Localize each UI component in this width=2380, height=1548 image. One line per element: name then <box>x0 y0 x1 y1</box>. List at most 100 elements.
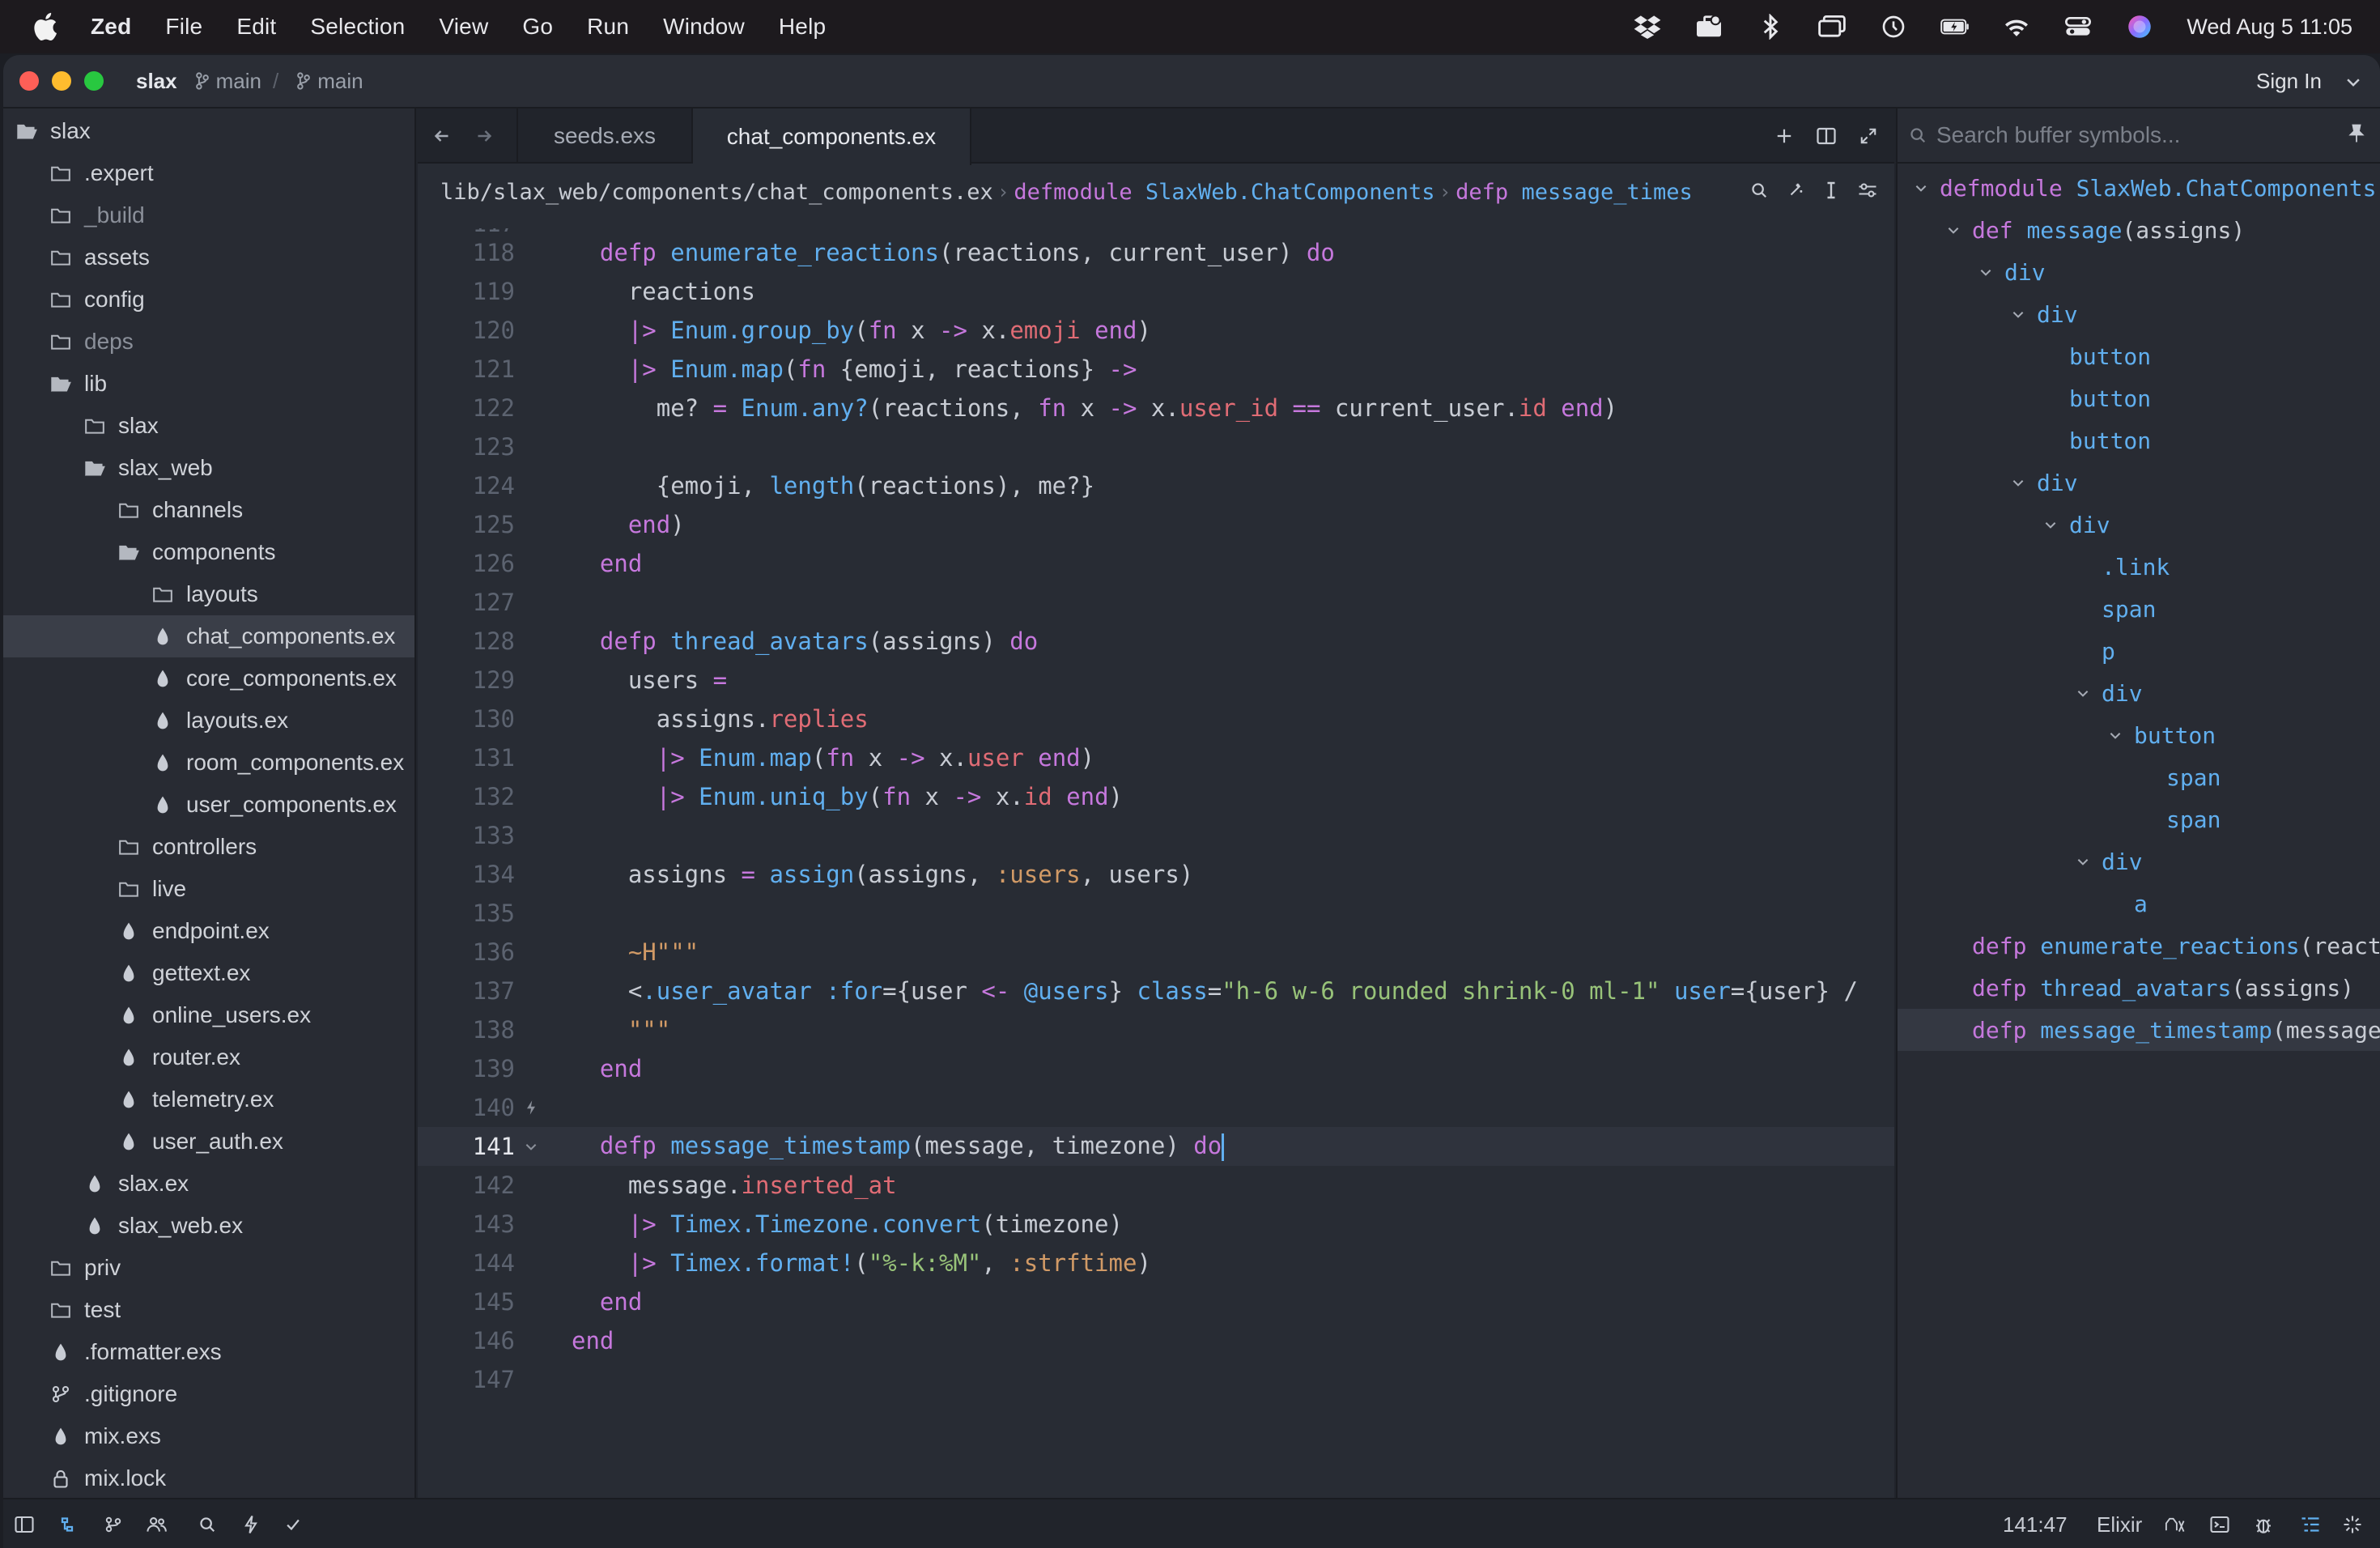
tab-seeds[interactable]: seeds.exs <box>516 108 693 164</box>
line-number[interactable]: 128 <box>418 627 515 655</box>
assistant-sparkle-icon[interactable] <box>1787 181 1804 203</box>
code-line[interactable]: 142 message.inserted_at <box>418 1166 1894 1205</box>
chevron-down-icon[interactable] <box>2103 728 2127 742</box>
zoom-window-button[interactable] <box>84 71 104 91</box>
line-number[interactable]: 125 <box>418 511 515 538</box>
line-number[interactable]: 122 <box>418 394 515 422</box>
code-line[interactable]: 121 |> Enum.map(fn {emoji, reactions} -> <box>418 350 1894 389</box>
terminal-icon[interactable] <box>2207 1512 2233 1537</box>
sign-in-button[interactable]: Sign In <box>2256 69 2322 94</box>
project-tree-item[interactable]: .formatter.exs <box>3 1331 414 1373</box>
time-machine-icon[interactable] <box>1879 12 1908 41</box>
menu-window[interactable]: Window <box>663 14 745 40</box>
code-line[interactable]: 134 assigns = assign(assigns, :users, us… <box>418 855 1894 894</box>
project-name[interactable]: slax <box>136 69 177 94</box>
code-line[interactable]: 120 |> Enum.group_by(fn x -> x.emoji end… <box>418 311 1894 350</box>
outline-item[interactable]: div <box>1898 461 2380 504</box>
line-number[interactable]: 140 <box>418 1094 515 1121</box>
settings-sliders-icon[interactable] <box>1858 181 1877 203</box>
project-tree-item[interactable]: channels <box>3 489 414 531</box>
new-tab-icon[interactable] <box>1771 123 1797 149</box>
code-line[interactable]: 137 <.user_avatar :for={user <- @users} … <box>418 972 1894 1010</box>
line-number[interactable]: 136 <box>418 938 515 966</box>
search-icon[interactable] <box>1750 181 1768 203</box>
code-line[interactable]: 146 end <box>418 1321 1894 1360</box>
chevron-down-icon[interactable] <box>1909 181 1933 195</box>
line-number[interactable]: 135 <box>418 899 515 927</box>
line-number[interactable]: 126 <box>418 550 515 577</box>
outline-item[interactable]: div <box>1898 840 2380 882</box>
outline-item[interactable]: div <box>1898 293 2380 335</box>
project-tree-item[interactable]: slax.ex <box>3 1163 414 1205</box>
code-line[interactable]: 118 defp enumerate_reactions(reactions, … <box>418 233 1894 272</box>
outline-item[interactable]: span <box>1898 798 2380 840</box>
code-line[interactable]: 128 defp thread_avatars(assigns) do <box>418 622 1894 661</box>
outline-item[interactable]: button <box>1898 377 2380 419</box>
line-number[interactable]: 121 <box>418 355 515 383</box>
project-tree-item[interactable]: assets <box>3 236 414 279</box>
project-tree-item[interactable]: controllers <box>3 826 414 868</box>
tab-chat-components[interactable]: chat_components.ex <box>693 108 971 165</box>
code-line[interactable]: 125 end) <box>418 505 1894 544</box>
chevron-down-icon[interactable] <box>2344 73 2362 91</box>
outline-item[interactable]: span <box>1898 756 2380 798</box>
apple-menu-icon[interactable] <box>31 11 63 43</box>
breadcrumb-function[interactable]: message_times <box>1521 180 1692 205</box>
line-number[interactable]: 142 <box>418 1172 515 1199</box>
line-number[interactable]: 124 <box>418 472 515 500</box>
code-line[interactable]: 140 <box>418 1088 1894 1127</box>
code-line[interactable]: 124 {emoji, length(reactions), me?} <box>418 466 1894 505</box>
branch-selector-1[interactable]: main <box>195 69 261 94</box>
assistant-icon[interactable] <box>2340 1512 2365 1537</box>
outline-item[interactable]: button <box>1898 335 2380 377</box>
text-cursor-icon[interactable] <box>1823 181 1839 204</box>
code-line[interactable]: 147 <box>418 1360 1894 1399</box>
menu-help[interactable]: Help <box>779 14 826 40</box>
line-number[interactable]: 119 <box>418 278 515 305</box>
outline-item[interactable]: button <box>1898 419 2380 461</box>
menu-file[interactable]: File <box>165 14 202 40</box>
line-number[interactable]: 131 <box>418 744 515 772</box>
code-line[interactable]: 129 users = <box>418 661 1894 700</box>
control-center-icon[interactable] <box>2063 12 2093 41</box>
project-tree-item[interactable]: slax_web <box>3 447 414 489</box>
screens-icon[interactable] <box>1817 12 1847 41</box>
outline-item[interactable]: div <box>1898 672 2380 714</box>
project-tree-item[interactable]: mix.lock <box>3 1457 414 1498</box>
menu-go[interactable]: Go <box>522 14 553 40</box>
outline-item[interactable]: span <box>1898 588 2380 630</box>
code-editor[interactable]: 117118 defp enumerate_reactions(reaction… <box>418 228 1894 1498</box>
briefcase-icon[interactable] <box>1694 12 1723 41</box>
project-tree-item[interactable]: lib <box>3 363 414 405</box>
line-number[interactable]: 130 <box>418 705 515 733</box>
line-number[interactable]: 123 <box>418 433 515 461</box>
menu-view[interactable]: View <box>439 14 488 40</box>
toggle-left-dock-icon[interactable] <box>11 1512 37 1537</box>
line-number[interactable]: 127 <box>418 589 515 616</box>
line-number[interactable]: 143 <box>418 1210 515 1238</box>
code-line[interactable]: 123 <box>418 427 1894 466</box>
project-tree-item[interactable]: _build <box>3 194 414 236</box>
code-line[interactable]: 135 <box>418 894 1894 933</box>
split-pane-icon[interactable] <box>1813 123 1839 149</box>
project-tree-item[interactable]: user_auth.ex <box>3 1121 414 1163</box>
outline-item[interactable]: button <box>1898 714 2380 756</box>
lightning-icon[interactable] <box>238 1512 264 1537</box>
project-tree-item[interactable]: router.ex <box>3 1036 414 1078</box>
project-tree-item[interactable]: .expert <box>3 152 414 194</box>
project-tree-item[interactable]: user_components.ex <box>3 784 414 826</box>
line-number[interactable]: 134 <box>418 861 515 888</box>
project-tree-item[interactable]: live <box>3 868 414 910</box>
git-panel-icon[interactable] <box>100 1512 126 1537</box>
outline-item[interactable]: defmodule SlaxWeb.ChatComponents <box>1898 167 2380 209</box>
outline-item[interactable]: defp message_timestamp (message <box>1898 1009 2380 1051</box>
code-line[interactable]: 122 me? = Enum.any?(reactions, fn x -> x… <box>418 389 1894 427</box>
code-line[interactable]: 126 end <box>418 544 1894 583</box>
copilot-disabled-icon[interactable] <box>2161 1512 2187 1537</box>
code-line[interactable]: 145 end <box>418 1282 1894 1321</box>
outline-search[interactable]: Search buffer symbols... <box>1898 108 2380 164</box>
collaboration-icon[interactable] <box>144 1512 170 1537</box>
menubar-clock[interactable]: Wed Aug 5 11:05 <box>2187 15 2352 40</box>
outline-item[interactable]: defp thread_avatars (assigns) <box>1898 967 2380 1009</box>
breadcrumb-module[interactable]: SlaxWeb.ChatComponents <box>1145 180 1435 205</box>
